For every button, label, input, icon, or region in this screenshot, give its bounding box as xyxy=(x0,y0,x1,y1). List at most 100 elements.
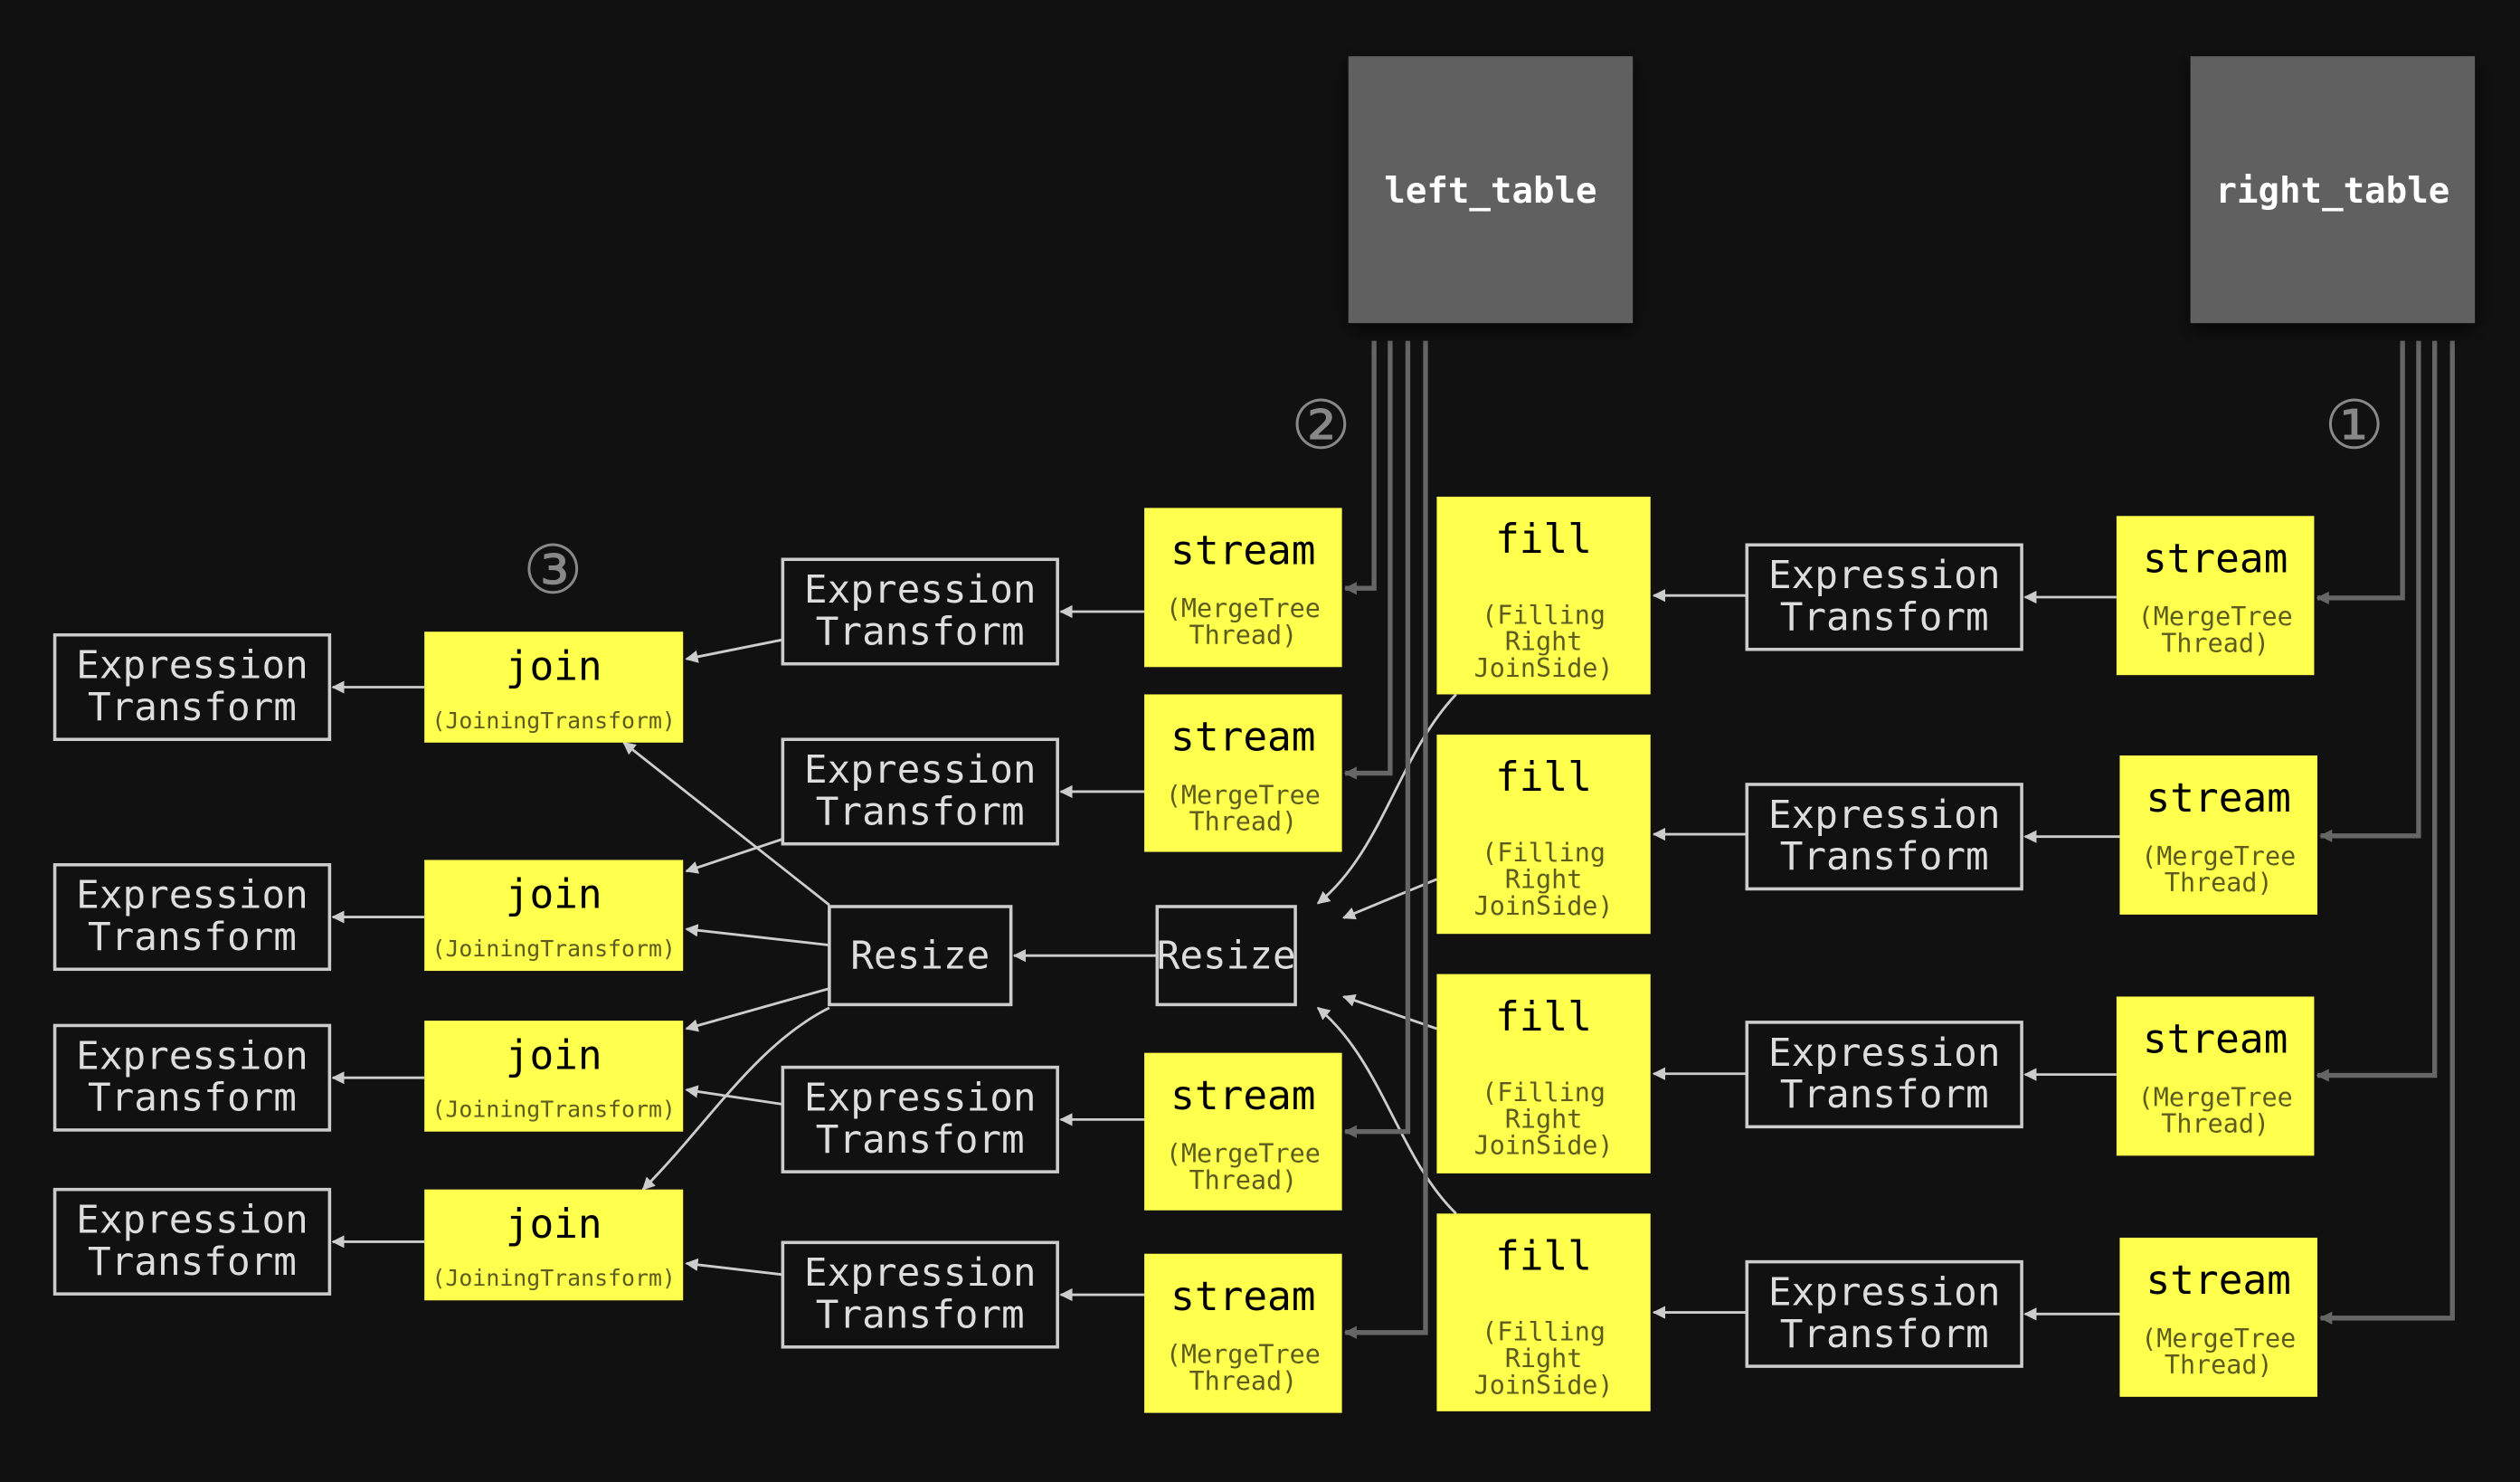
processor-title: join xyxy=(506,1032,602,1078)
transform-title-line2: Transform xyxy=(88,1240,297,1285)
stream-node[interactable]: stream (MergeTreeThread) xyxy=(2119,755,2317,915)
transform-title-line2: Transform xyxy=(88,915,297,960)
stream-node[interactable]: stream (MergeTreeThread) xyxy=(1144,1253,1342,1413)
processor-subtitle: Thread) xyxy=(2161,1109,2269,1139)
transform-title-line2: Transform xyxy=(1780,1312,1989,1357)
processor-title: stream xyxy=(2146,1258,2291,1304)
transform-title-line2: Transform xyxy=(816,609,1025,654)
join-node[interactable]: join (JoiningTransform) xyxy=(424,860,684,972)
step-marker-2: ② xyxy=(1291,386,1351,465)
processor-subtitle: Right xyxy=(1505,865,1583,895)
transform-title: Expression xyxy=(76,1198,308,1243)
processor-subtitle: (JoiningTransform) xyxy=(431,936,675,962)
join-node[interactable]: join (JoiningTransform) xyxy=(424,632,684,743)
processor-subtitle: JoinSide) xyxy=(1474,1370,1614,1400)
edge-me1-to-j1 xyxy=(685,638,783,663)
processor-title: stream xyxy=(2143,1017,2288,1063)
expression-node[interactable]: ExpressionTransform xyxy=(1745,543,2023,651)
transform-title-line2: Transform xyxy=(816,1292,1025,1337)
processor-title: fill xyxy=(1495,994,1592,1040)
transform-title: Expression xyxy=(1768,1031,2001,1076)
join-node[interactable]: join (JoiningTransform) xyxy=(424,1021,684,1132)
processor-subtitle: JoinSide) xyxy=(1474,891,1614,921)
edge-me4-to-j4 xyxy=(685,1258,783,1277)
transform-title: Expression xyxy=(1768,1270,2001,1316)
expression-node[interactable]: ExpressionTransform xyxy=(1745,1259,2023,1368)
expression-node[interactable]: ExpressionTransform xyxy=(1745,783,2023,891)
processor-subtitle: (MergeTree xyxy=(1166,1340,1321,1370)
transform-title: Expression xyxy=(804,567,1037,613)
processor-title: fill xyxy=(1495,517,1592,563)
fill-node[interactable]: fill (FillingRightJoinSide) xyxy=(1436,496,1651,695)
expression-node[interactable]: ExpressionTransform xyxy=(1745,1021,2023,1129)
processor-subtitle: (MergeTree xyxy=(1166,594,1321,623)
right-table-node[interactable]: right_table xyxy=(2190,56,2476,324)
processor-subtitle: (Filling xyxy=(1482,1078,1606,1107)
processor-subtitle: (MergeTree xyxy=(1166,780,1321,810)
processor-subtitle: Thread) xyxy=(2165,1350,2273,1380)
transform-title: Expression xyxy=(1768,793,2001,838)
expression-node[interactable]: ExpressionTransform xyxy=(52,863,332,972)
processor-subtitle: Right xyxy=(1505,627,1583,657)
processor-title: join xyxy=(506,872,602,918)
fill-node[interactable]: fill (FillingRightJoinSide) xyxy=(1436,734,1651,935)
stream-node[interactable]: stream (MergeTreeThread) xyxy=(1144,508,1342,668)
processor-title: stream xyxy=(2146,775,2291,822)
processor-subtitle: (Filling xyxy=(1482,600,1606,630)
processor-subtitle: Thread) xyxy=(1189,807,1297,837)
processor-subtitle: (MergeTree xyxy=(2138,1082,2293,1112)
stream-node[interactable]: stream (MergeTreeThread) xyxy=(1144,1052,1342,1211)
processor-title: stream xyxy=(1170,715,1315,761)
processor-subtitle: Thread) xyxy=(1189,1366,1297,1396)
table-label: right_table xyxy=(2215,171,2449,212)
transform-title-line2: Transform xyxy=(1780,594,1989,640)
expression-node[interactable]: ExpressionTransform xyxy=(52,1023,332,1132)
edge-rz1-to-j3 xyxy=(685,987,830,1032)
fill-node[interactable]: fill (FillingRightJoinSide) xyxy=(1436,974,1651,1173)
expression-node[interactable]: ExpressionTransform xyxy=(781,557,1059,666)
processor-subtitle: (JoiningTransform) xyxy=(431,708,675,734)
edge-rt-to-rs1 xyxy=(2316,340,2405,604)
processor-title: join xyxy=(506,1202,602,1248)
stream-node[interactable]: stream (MergeTreeThread) xyxy=(2119,1237,2317,1397)
processor-subtitle: (JoiningTransform) xyxy=(431,1097,675,1123)
fill-node[interactable]: fill (FillingRightJoinSide) xyxy=(1436,1213,1651,1411)
step-marker-3: ③ xyxy=(523,531,583,610)
transform-title: Expression xyxy=(804,1250,1037,1296)
transform-title: Resize xyxy=(1157,933,1296,978)
processor-title: fill xyxy=(1495,1233,1592,1279)
expression-node[interactable]: ExpressionTransform xyxy=(52,1187,332,1296)
processor-subtitle: (MergeTree xyxy=(2138,602,2293,632)
processor-subtitle: (Filling xyxy=(1482,838,1606,868)
expression-node[interactable]: ExpressionTransform xyxy=(52,632,332,741)
transform-title: Expression xyxy=(804,747,1037,793)
edge-lt-to-ls4 xyxy=(1343,340,1428,1339)
query-pipeline-diagram: left_table right_table ② ① ③ stream (MergeTree… xyxy=(52,56,2476,1413)
processor-subtitle: (MergeTree xyxy=(1166,1138,1321,1168)
processor-subtitle: Right xyxy=(1505,1344,1583,1373)
edge-rz1-to-j2 xyxy=(685,924,830,947)
processor-subtitle: JoinSide) xyxy=(1474,653,1614,683)
expression-node[interactable]: ExpressionTransform xyxy=(781,1065,1059,1173)
edge-f3-to-rz2 xyxy=(1342,993,1437,1031)
step-marker-1: ① xyxy=(2324,386,2384,465)
expression-node[interactable]: ExpressionTransform xyxy=(781,737,1059,846)
transform-title: Expression xyxy=(76,873,308,918)
processor-subtitle: Thread) xyxy=(2165,868,2273,898)
stream-node[interactable]: stream (MergeTreeThread) xyxy=(2116,996,2315,1156)
processor-subtitle: Thread) xyxy=(2161,628,2269,658)
join-node[interactable]: join (JoiningTransform) xyxy=(424,1189,684,1301)
left-table-node[interactable]: left_table xyxy=(1348,56,1634,324)
resize-node[interactable]: Resize xyxy=(828,905,1013,1007)
table-label: left_table xyxy=(1384,171,1596,212)
resize-node[interactable]: Resize xyxy=(1155,905,1297,1007)
processor-subtitle: Right xyxy=(1505,1104,1583,1134)
processor-subtitle: (JoiningTransform) xyxy=(431,1265,675,1291)
processor-subtitle: Thread) xyxy=(1189,621,1297,651)
transform-title-line2: Transform xyxy=(88,1076,297,1121)
processor-subtitle: (MergeTree xyxy=(2141,841,2296,871)
processor-title: fill xyxy=(1495,755,1592,801)
stream-node[interactable]: stream (MergeTreeThread) xyxy=(1144,694,1342,852)
stream-node[interactable]: stream (MergeTreeThread) xyxy=(2116,516,2315,676)
expression-node[interactable]: ExpressionTransform xyxy=(781,1240,1059,1349)
